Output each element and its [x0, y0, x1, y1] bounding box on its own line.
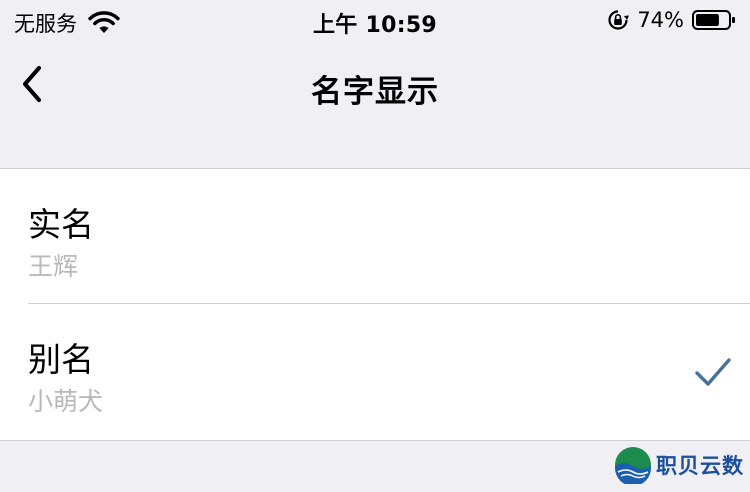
option-real-name[interactable]: 实名 王辉	[0, 169, 750, 304]
rotation-lock-icon	[607, 9, 630, 31]
battery-percent: 74%	[637, 8, 684, 32]
page-title: 名字显示	[311, 74, 439, 110]
option-title: 别名	[28, 340, 94, 379]
watermark-text: 职贝云数	[656, 454, 744, 478]
option-alias[interactable]: 别名 小萌犬	[0, 304, 750, 439]
option-subtitle: 小萌犬	[28, 387, 104, 416]
navigation-bar: 名字显示	[0, 44, 750, 132]
option-subtitle: 王辉	[28, 252, 79, 281]
option-title: 实名	[28, 205, 94, 244]
status-right: 74%	[607, 8, 736, 32]
status-bar: 无服务 上午 10:59 74%	[0, 0, 750, 44]
name-display-options: 实名 王辉 别名 小萌犬	[0, 168, 750, 441]
checkmark-icon	[695, 358, 731, 386]
battery-icon	[692, 9, 736, 31]
watermark: 职贝云数	[614, 446, 744, 484]
watermark-logo-icon	[615, 447, 651, 484]
